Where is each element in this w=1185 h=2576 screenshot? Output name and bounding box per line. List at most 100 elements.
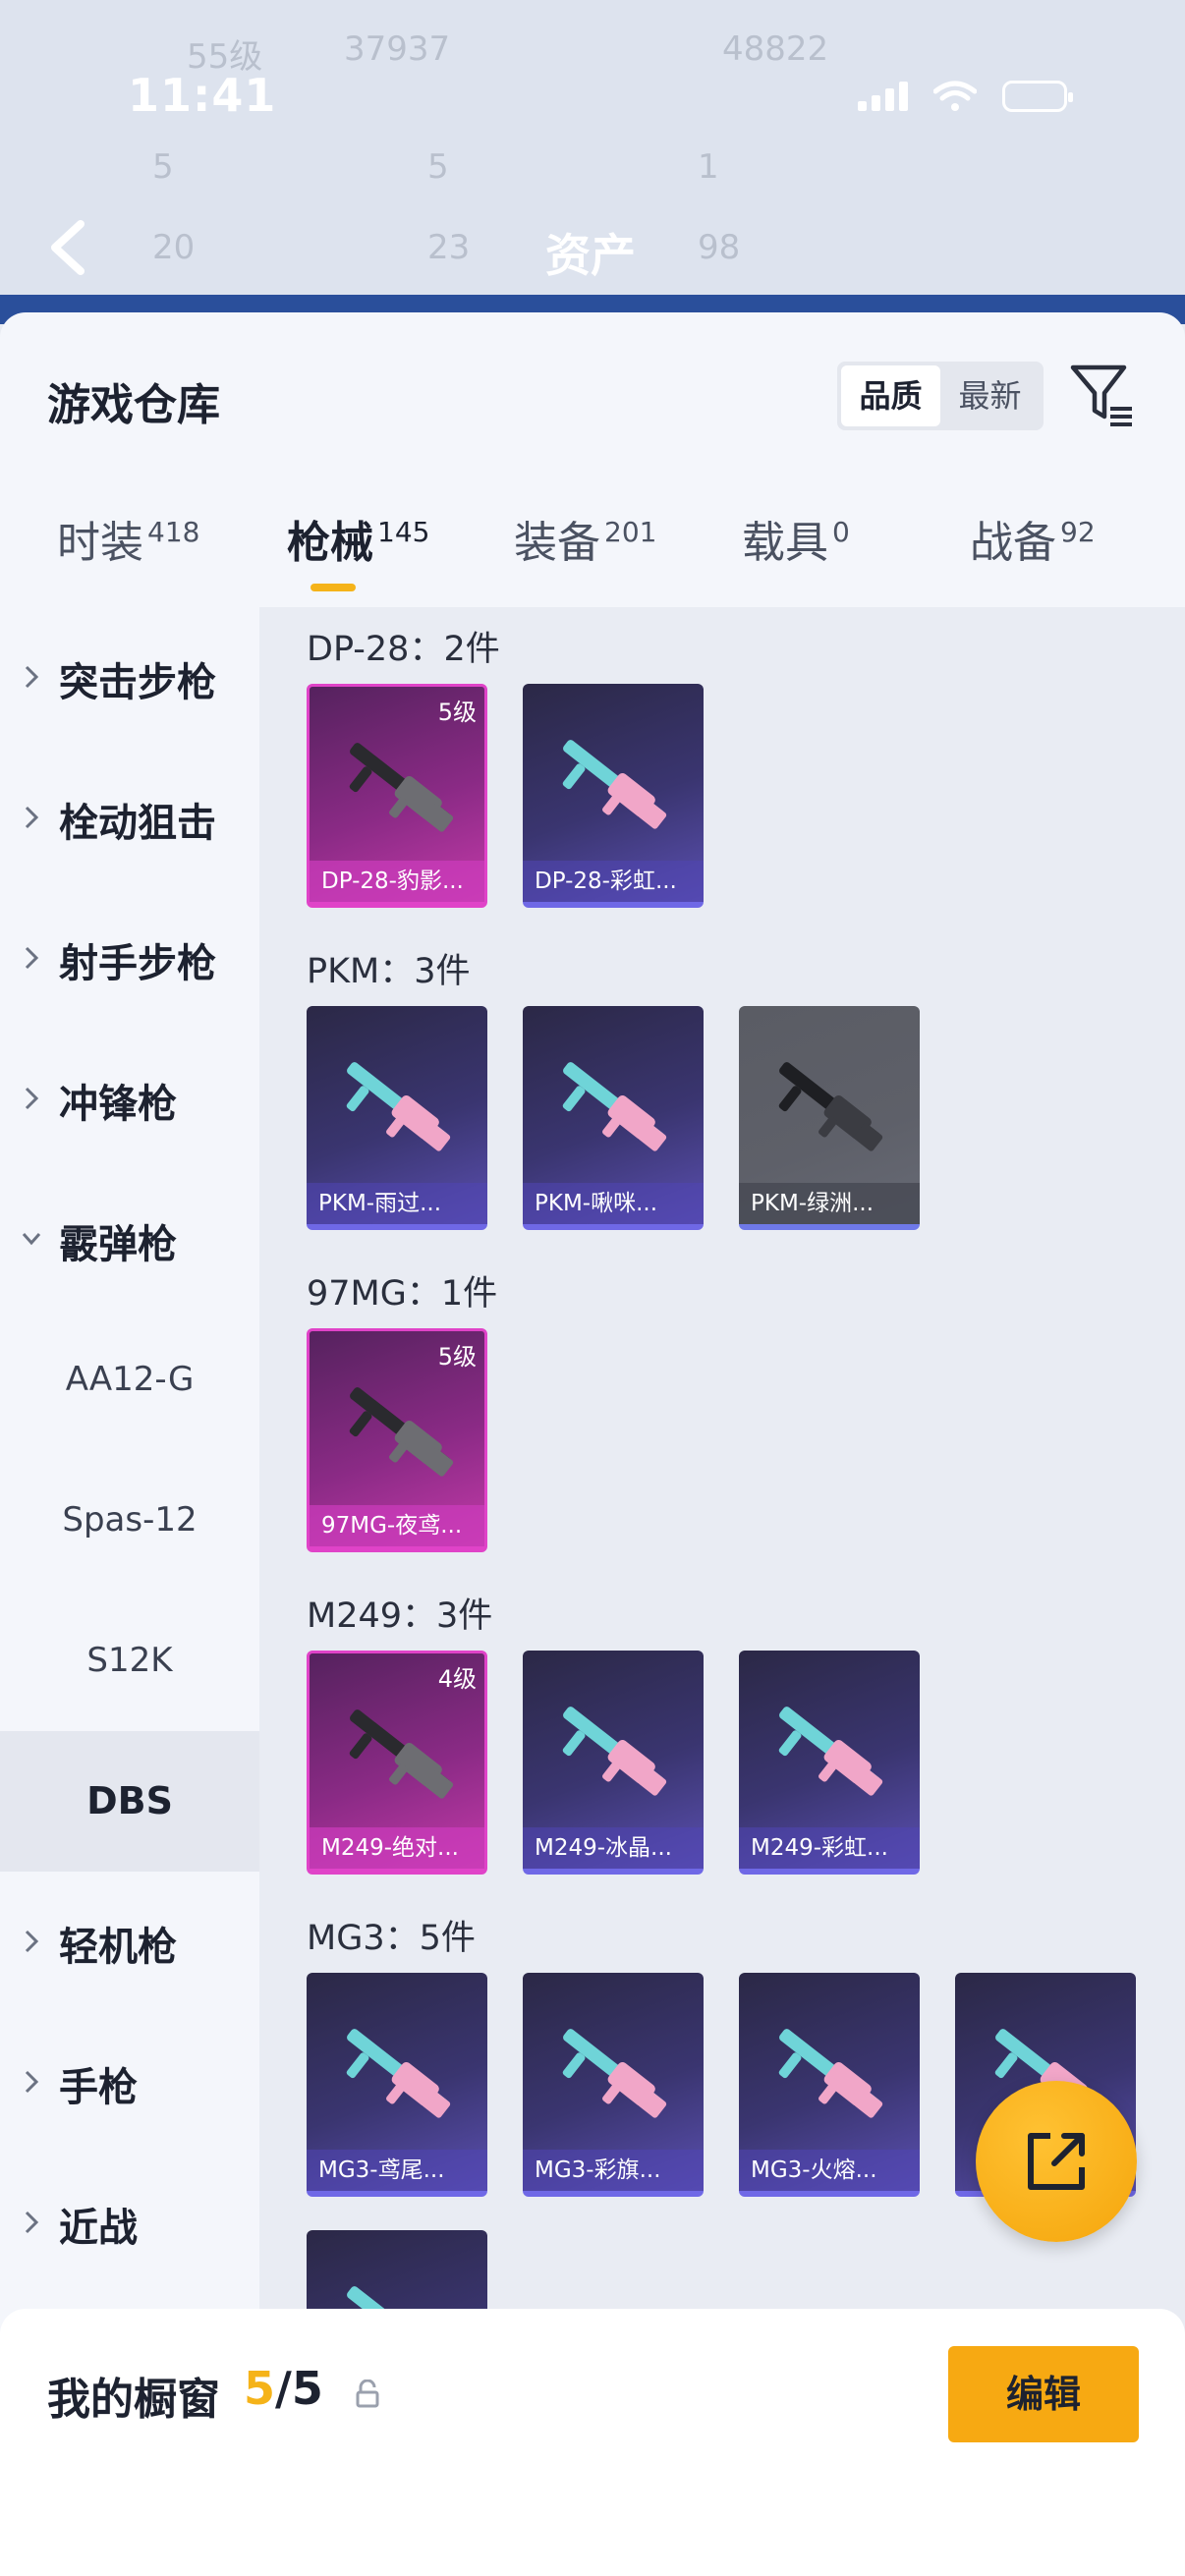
weapon-skin-card[interactable]: MG3-彩旗...	[523, 1973, 704, 2197]
skin-name: M249-冰晶...	[523, 1827, 704, 1869]
wifi-icon	[933, 81, 977, 111]
skin-name: MG3-鸢尾...	[307, 2150, 487, 2191]
showcase-total: /5	[275, 2362, 323, 2415]
page-title: 资产	[545, 229, 636, 282]
group-title: DP-28：2件	[307, 630, 500, 669]
chevron-right-icon	[25, 806, 39, 829]
sidebar-item-smg[interactable]: 冲锋枪	[0, 1029, 259, 1169]
tab-supplies[interactable]: 战备 92	[970, 507, 1096, 570]
tab-vehicles[interactable]: 载具 0	[742, 507, 850, 570]
sidebar-item-label: 射手步枪	[59, 941, 216, 986]
skin-level-badge: 5级	[437, 699, 477, 726]
sidebar-item-label: 栓动狙击	[59, 801, 216, 846]
weapon-skin-card[interactable]: 4级 M249-绝对...	[307, 1651, 487, 1875]
group-title: M249：3件	[307, 1596, 493, 1636]
sidebar-subitem-dbs[interactable]: DBS	[0, 1731, 259, 1872]
chevron-right-icon	[25, 1087, 39, 1110]
weapon-skin-image	[349, 1387, 454, 1477]
sheet-title: 游戏仓库	[47, 380, 220, 430]
tab-count: 418	[147, 516, 200, 548]
tab-label: 载具	[742, 518, 828, 568]
skin-name: PKM-啾咪...	[523, 1183, 704, 1224]
weapon-skin-card[interactable]: PKM-绿洲...	[739, 1006, 920, 1230]
weapon-skin-image	[346, 2029, 451, 2118]
tab-count: 92	[1060, 516, 1096, 548]
weapon-skin-card[interactable]: 5级 97MG-夜鸢...	[307, 1328, 487, 1552]
share-button[interactable]	[976, 2081, 1137, 2242]
sort-latest-button[interactable]: 最新	[940, 365, 1040, 426]
showcase-current: 5	[244, 2362, 276, 2415]
tab-equipment[interactable]: 装备 201	[514, 507, 656, 570]
sidebar-subitem-s12k[interactable]: S12K	[0, 1591, 259, 1731]
weapon-skin-image	[562, 1707, 667, 1796]
chevron-right-icon	[25, 2070, 39, 2094]
sort-toggle: 品质 最新	[837, 362, 1044, 430]
weapon-skin-image	[778, 1707, 883, 1796]
sidebar-item-bolt-sniper[interactable]: 栓动狙击	[0, 748, 259, 888]
edit-button[interactable]: 编辑	[948, 2346, 1139, 2442]
battery-icon	[1002, 81, 1073, 112]
weapon-skin-card[interactable]: MG3-火熔...	[739, 1973, 920, 2197]
weapon-skin-card[interactable]: M249-冰晶...	[523, 1651, 704, 1875]
skin-name: DP-28-彩虹...	[523, 861, 704, 902]
tab-count: 201	[604, 516, 657, 548]
skin-name: 97MG-夜鸢...	[310, 1505, 484, 1546]
weapon-skin-card[interactable]: MG3-鸢尾...	[307, 1973, 487, 2197]
sort-quality-button[interactable]: 品质	[841, 365, 940, 426]
sidebar-item-marksman-rifle[interactable]: 射手步枪	[0, 888, 259, 1029]
weapon-skin-image	[349, 1709, 454, 1799]
tab-count: 0	[832, 516, 850, 548]
skin-name: MG3-彩旗...	[523, 2150, 704, 2191]
sidebar-subitem-aa12g[interactable]: AA12-G	[0, 1310, 259, 1450]
skin-name: MG3-火熔...	[739, 2150, 920, 2191]
weapon-skin-card[interactable]: 5级 DP-28-豹影...	[307, 684, 487, 908]
tab-firearms[interactable]: 枪械 145	[287, 507, 429, 570]
nav-bar: 资产	[0, 206, 1185, 295]
chevron-down-icon	[22, 1233, 41, 1246]
sidebar-item-lmg[interactable]: 轻机枪	[0, 1872, 259, 2012]
sidebar-item-pistol[interactable]: 手枪	[0, 2012, 259, 2153]
tab-label: 时装	[57, 518, 143, 568]
weapon-skin-image	[562, 1062, 667, 1151]
chevron-right-icon	[25, 946, 39, 970]
skin-name: M249-绝对...	[310, 1827, 484, 1869]
sidebar-item-label: 冲锋枪	[59, 1082, 177, 1127]
sidebar-item-melee[interactable]: 近战	[0, 2153, 259, 2293]
sidebar-item-label: 突击步枪	[59, 660, 216, 705]
bg-stat: 5	[152, 147, 174, 187]
weapon-skin-card[interactable]: DP-28-彩虹...	[523, 684, 704, 908]
skin-name: PKM-雨过...	[307, 1183, 487, 1224]
skin-level-badge: 5级	[437, 1343, 477, 1371]
weapon-skin-card[interactable]: M249-彩虹...	[739, 1651, 920, 1875]
sidebar-item-label: 近战	[59, 2206, 138, 2251]
skin-name: DP-28-豹影...	[310, 861, 484, 902]
tab-count: 145	[377, 516, 430, 548]
skin-name: M249-彩虹...	[739, 1827, 920, 1869]
showcase-count: 5/5	[244, 2362, 323, 2415]
back-arrow-icon[interactable]	[43, 218, 92, 277]
chevron-right-icon	[25, 2211, 39, 2234]
showcase-bar: 我的橱窗 5/5 编辑	[0, 2309, 1185, 2576]
sidebar-item-label: 轻机枪	[59, 1925, 177, 1970]
showcase-title: 我的橱窗	[47, 2375, 220, 2425]
filter-icon[interactable]	[1069, 362, 1136, 428]
active-tab-indicator	[310, 584, 356, 591]
sidebar-subitem-spas12[interactable]: Spas-12	[0, 1450, 259, 1591]
background-header: 55级 37937 48822 5 5 1 20 23 98 11:41 资产	[0, 0, 1185, 324]
group-title: 97MG：1件	[307, 1274, 498, 1314]
warehouse-sheet: 游戏仓库 品质 最新 时装 418 枪械 145 装备 201 载具 0 战备 92 突击…	[0, 312, 1185, 2576]
sidebar-item-shotgun[interactable]: 霰弹枪	[0, 1169, 259, 1310]
chevron-right-icon	[25, 665, 39, 689]
status-icons	[858, 81, 1073, 112]
signal-icon	[858, 82, 908, 111]
group-title: PKM：3件	[307, 952, 471, 991]
group-title: MG3：5件	[307, 1919, 476, 1958]
status-time: 11:41	[128, 69, 277, 122]
weapon-skin-image	[778, 2029, 883, 2118]
weapon-skin-image	[346, 1062, 451, 1151]
weapon-skin-card[interactable]: PKM-雨过...	[307, 1006, 487, 1230]
tab-fashion[interactable]: 时装 418	[57, 507, 199, 570]
bg-stat: 1	[698, 147, 719, 187]
weapon-skin-card[interactable]: PKM-啾咪...	[523, 1006, 704, 1230]
sidebar-item-assault-rifle[interactable]: 突击步枪	[0, 607, 259, 748]
